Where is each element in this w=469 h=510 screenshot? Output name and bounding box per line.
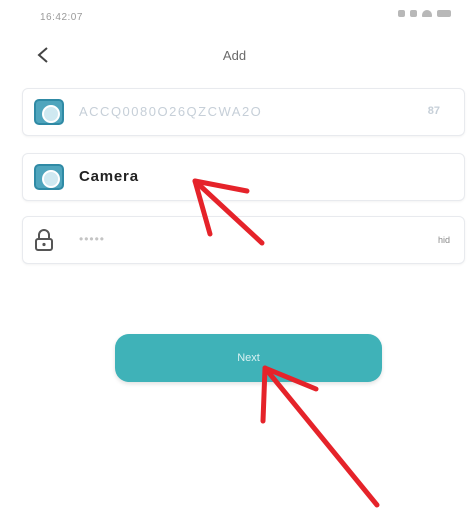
- device-name-value: Camera: [79, 168, 139, 185]
- wifi-icon: [422, 10, 432, 17]
- page-title: Add: [222, 48, 247, 63]
- status-time: 16:42:07: [40, 12, 83, 23]
- device-uid-field[interactable]: ACCQ0080O26QZCWA2O 87: [22, 88, 465, 136]
- password-visibility-toggle[interactable]: hid: [438, 235, 450, 245]
- status-icons: [398, 10, 451, 17]
- status-bar: 16:42:07: [0, 0, 469, 34]
- next-button[interactable]: Next: [115, 334, 382, 382]
- signal-icon: [398, 10, 405, 17]
- password-field[interactable]: ••••• hid: [22, 216, 465, 264]
- annotation-arrow-next: [260, 365, 380, 508]
- signal-icon: [410, 10, 417, 17]
- password-value: •••••: [79, 232, 106, 246]
- camera-icon: [34, 99, 64, 125]
- lock-icon: [35, 229, 53, 251]
- battery-icon: [437, 10, 451, 17]
- device-uid-value: ACCQ0080O26QZCWA2O: [79, 104, 263, 119]
- camera-icon: [34, 164, 64, 190]
- device-name-field[interactable]: Camera: [22, 153, 465, 201]
- device-uid-suffix: 87: [427, 105, 440, 117]
